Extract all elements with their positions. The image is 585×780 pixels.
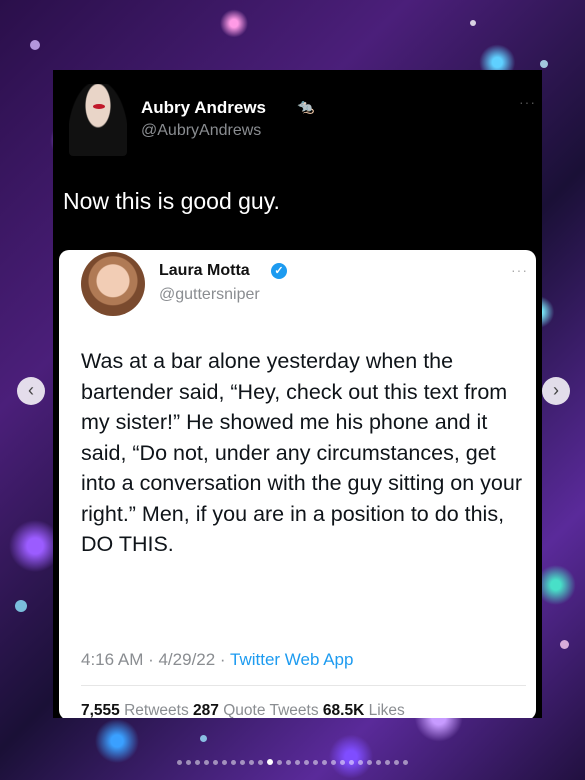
carousel-dot[interactable] — [213, 760, 218, 765]
carousel-dot[interactable] — [358, 760, 363, 765]
retweets-count: 7,555 — [81, 702, 120, 718]
quote-tweets-stat[interactable]: 287 Quote Tweets — [193, 702, 319, 718]
carousel-dot[interactable] — [331, 760, 336, 765]
author-handle[interactable]: @guttersniper — [159, 286, 260, 304]
carousel-dot[interactable] — [286, 760, 291, 765]
carousel-dot[interactable] — [322, 760, 327, 765]
carousel-dot[interactable] — [385, 760, 390, 765]
tweet-stats: 7,555 Retweets 287 Quote Tweets 68.5K Li… — [81, 702, 405, 718]
carousel-dot[interactable] — [277, 760, 282, 765]
author-name[interactable]: Laura Motta — [159, 262, 250, 280]
more-icon[interactable]: ··· — [519, 94, 536, 110]
tweet-screenshot: Aubry Andrews 🐀 @AubryAndrews ··· Now th… — [53, 70, 542, 718]
carousel-dot[interactable] — [403, 760, 408, 765]
quote-tweets-label: Quote Tweets — [223, 702, 319, 718]
carousel-dot[interactable] — [195, 760, 200, 765]
tweet-text: Now this is good guy. — [63, 188, 280, 214]
quoted-tweet-card[interactable]: Laura Motta ✓ @guttersniper ··· Was at a… — [59, 250, 536, 718]
source-app-link[interactable]: Twitter Web App — [230, 650, 353, 669]
divider — [81, 685, 526, 686]
carousel-dot[interactable] — [394, 760, 399, 765]
avatar[interactable] — [81, 252, 145, 316]
author-name[interactable]: Aubry Andrews — [141, 98, 266, 118]
avatar[interactable] — [69, 84, 127, 156]
outer-tweet: Aubry Andrews 🐀 @AubryAndrews ··· Now th… — [53, 70, 542, 240]
tweet-timestamp: 4:16 AM · 4/29/22 · — [81, 650, 230, 669]
carousel-dot[interactable] — [258, 760, 263, 765]
author-handle[interactable]: @AubryAndrews — [141, 122, 261, 140]
carousel-dot[interactable] — [222, 760, 227, 765]
carousel-dot[interactable] — [349, 760, 354, 765]
more-icon[interactable]: ··· — [511, 262, 528, 278]
carousel-dot[interactable] — [304, 760, 309, 765]
likes-label: Likes — [368, 702, 405, 718]
carousel-dot[interactable] — [376, 760, 381, 765]
carousel-dot[interactable] — [231, 760, 236, 765]
verified-badge-icon: ✓ — [271, 263, 287, 279]
carousel-dot[interactable] — [313, 760, 318, 765]
quoted-tweet-text: Was at a bar alone yesterday when the ba… — [81, 349, 523, 556]
carousel-dot[interactable] — [249, 760, 254, 765]
carousel-dot[interactable] — [267, 759, 273, 765]
tweet-meta: 4:16 AM · 4/29/22 · Twitter Web App — [81, 650, 353, 670]
likes-stat[interactable]: 68.5K Likes — [323, 702, 405, 718]
carousel-dot[interactable] — [204, 760, 209, 765]
avatar-lips — [93, 104, 105, 109]
carousel-dot[interactable] — [240, 760, 245, 765]
retweets-stat[interactable]: 7,555 Retweets — [81, 702, 189, 718]
carousel-dots — [0, 752, 585, 770]
carousel-next-button[interactable]: › — [542, 377, 570, 405]
carousel-dot[interactable] — [186, 760, 191, 765]
carousel-dot[interactable] — [295, 760, 300, 765]
retweets-label: Retweets — [124, 702, 189, 718]
quote-tweets-count: 287 — [193, 702, 219, 718]
carousel-prev-button[interactable]: ‹ — [17, 377, 45, 405]
carousel-dot[interactable] — [367, 760, 372, 765]
likes-count: 68.5K — [322, 702, 365, 718]
rat-icon: 🐀 — [297, 98, 315, 114]
carousel-dot[interactable] — [340, 760, 345, 765]
carousel-dot[interactable] — [177, 760, 182, 765]
